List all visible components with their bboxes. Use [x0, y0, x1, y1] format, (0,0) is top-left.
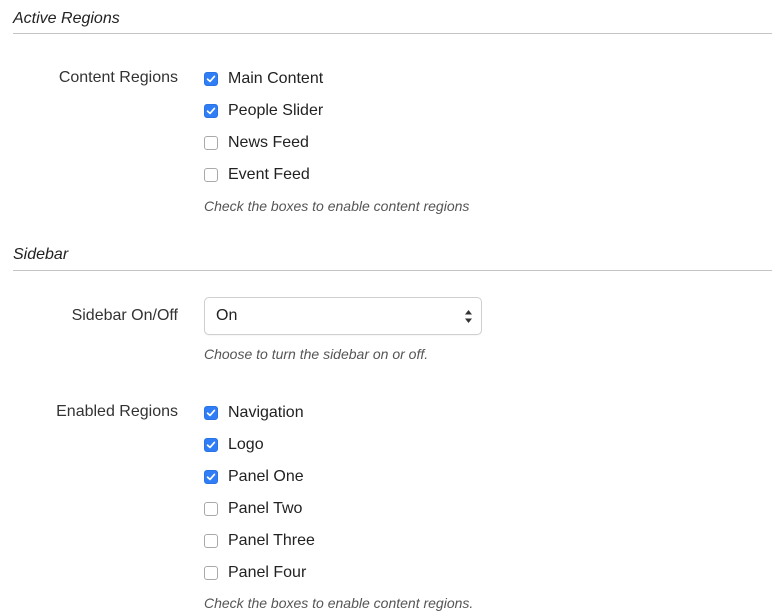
checkbox-label: Panel One — [228, 468, 304, 485]
section-title-sidebar: Sidebar — [13, 246, 69, 263]
content-regions-help-text: Check the boxes to enable content region… — [204, 198, 470, 214]
checkbox-logo[interactable] — [204, 438, 218, 452]
checkbox-label: Main Content — [228, 70, 324, 87]
checkbox-label: News Feed — [228, 134, 309, 151]
checkbox-panel-two[interactable] — [204, 502, 218, 516]
enabled-regions-label: Enabled Regions — [56, 403, 178, 420]
checkbox-label: Panel Four — [228, 564, 307, 581]
section-divider — [13, 33, 772, 34]
checkbox-event-feed[interactable] — [204, 168, 218, 182]
checkbox-item-navigation[interactable]: Navigation — [204, 403, 315, 435]
checkbox-item-panel-one[interactable]: Panel One — [204, 467, 315, 499]
checkbox-main-content[interactable] — [204, 72, 218, 86]
select-value: On — [216, 307, 238, 324]
checkbox-item-panel-two[interactable]: Panel Two — [204, 499, 315, 531]
checkbox-people-slider[interactable] — [204, 104, 218, 118]
checkmark-icon — [206, 107, 216, 115]
checkbox-label: Navigation — [228, 404, 304, 421]
checkbox-panel-one[interactable] — [204, 470, 218, 484]
checkbox-label: Panel Two — [228, 500, 303, 517]
enabled-regions-checkbox-list: Navigation Logo Panel One Panel Two Pane… — [204, 403, 315, 595]
checkbox-panel-four[interactable] — [204, 566, 218, 580]
checkbox-item-panel-four[interactable]: Panel Four — [204, 563, 315, 595]
checkbox-label: Logo — [228, 436, 264, 453]
up-down-arrows-icon — [465, 310, 472, 323]
checkmark-icon — [206, 473, 216, 481]
checkmark-icon — [206, 75, 216, 83]
checkbox-navigation[interactable] — [204, 406, 218, 420]
section-divider — [13, 270, 772, 271]
section-title-active-regions: Active Regions — [13, 10, 120, 27]
checkbox-item-main-content[interactable]: Main Content — [204, 69, 323, 101]
checkmark-icon — [206, 441, 216, 449]
checkbox-label: Event Feed — [228, 166, 310, 183]
checkbox-item-panel-three[interactable]: Panel Three — [204, 531, 315, 563]
enabled-regions-help-text: Check the boxes to enable content region… — [204, 595, 474, 611]
checkbox-panel-three[interactable] — [204, 534, 218, 548]
checkbox-news-feed[interactable] — [204, 136, 218, 150]
checkbox-item-people-slider[interactable]: People Slider — [204, 101, 323, 133]
sidebar-toggle-label: Sidebar On/Off — [71, 307, 178, 324]
sidebar-toggle-help-text: Choose to turn the sidebar on or off. — [204, 346, 429, 362]
content-regions-label: Content Regions — [58, 69, 178, 86]
checkbox-item-logo[interactable]: Logo — [204, 435, 315, 467]
checkbox-label: People Slider — [228, 102, 324, 119]
checkmark-icon — [206, 409, 216, 417]
sidebar-toggle-select[interactable]: On — [204, 297, 482, 335]
checkbox-label: Panel Three — [228, 532, 315, 549]
checkbox-item-news-feed[interactable]: News Feed — [204, 133, 323, 165]
checkbox-item-event-feed[interactable]: Event Feed — [204, 165, 323, 197]
content-regions-checkbox-list: Main Content People Slider News Feed Eve… — [204, 69, 323, 197]
